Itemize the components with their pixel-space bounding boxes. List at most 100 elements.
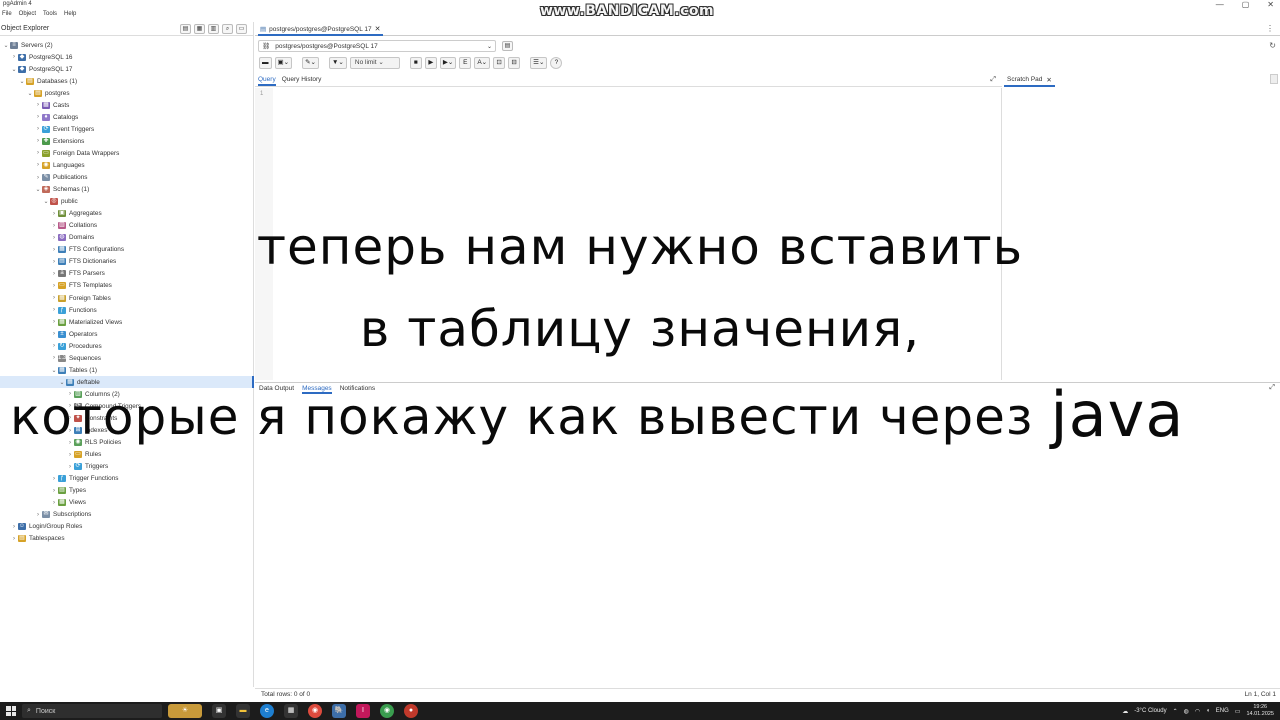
close-icon[interactable]: ✕ [1267, 0, 1274, 9]
intellij-icon[interactable]: I [356, 704, 370, 718]
explain-icon[interactable]: E [459, 57, 472, 69]
chevron-right-icon[interactable]: › [50, 488, 58, 494]
maximize-icon[interactable]: ▢ [1242, 0, 1250, 9]
view-data-icon[interactable]: ▦ [194, 24, 205, 34]
explorer-icon[interactable]: ▬ [236, 704, 250, 718]
tab-query-history[interactable]: Query History [282, 74, 322, 86]
save-file-icon[interactable]: ▣⌄ [274, 57, 293, 69]
new-connection-icon[interactable]: ▤ [502, 41, 513, 51]
tree-node[interactable]: ⌄ ▤ postgres [0, 87, 254, 99]
tree-node[interactable]: › ♦ Catalogs [0, 111, 254, 123]
tree-node[interactable]: › ⟳ Event Triggers [0, 123, 254, 135]
volume-icon[interactable]: ◖ [1206, 708, 1210, 714]
filter-icon[interactable]: ▼⌄ [329, 57, 347, 69]
tab-query[interactable]: Query [258, 74, 276, 86]
chevron-right-icon[interactable]: › [34, 150, 42, 156]
close-tab-icon[interactable]: ✕ [375, 25, 381, 33]
psql-tool-icon[interactable]: ▭ [236, 24, 247, 34]
tray-chevron-icon[interactable]: ⌃ [1173, 708, 1178, 715]
tree-node[interactable]: › ◆ PostgreSQL 16 [0, 51, 254, 63]
menu-object[interactable]: Object [19, 11, 36, 21]
tree-node[interactable]: › ✎ Publications [0, 172, 254, 184]
execute-icon[interactable]: ▶ [424, 57, 437, 69]
store-icon[interactable]: ▦ [284, 704, 298, 718]
tree-node[interactable]: › ⟳ Triggers [0, 461, 254, 473]
more-options-icon[interactable]: ⋮ [1266, 24, 1274, 33]
chevron-down-icon[interactable]: ⌄ [10, 66, 18, 73]
chevron-right-icon[interactable]: › [34, 175, 42, 181]
tree-node[interactable]: ⌄ ▦ Tables (1) [0, 364, 254, 376]
chevron-right-icon[interactable]: › [34, 114, 42, 120]
tree-node[interactable]: ⌄ ▤ Databases (1) [0, 75, 254, 87]
tree-node[interactable]: ⌄ ◎ public [0, 196, 254, 208]
chevron-right-icon[interactable]: › [34, 102, 42, 108]
chevron-right-icon[interactable]: › [50, 500, 58, 506]
tree-node[interactable]: › ▦ Casts [0, 99, 254, 111]
tree-node[interactable]: › ▤ Tablespaces [0, 533, 254, 545]
scrollbar[interactable] [1270, 74, 1278, 84]
chevron-right-icon[interactable]: › [34, 162, 42, 168]
chevron-down-icon[interactable]: ⌄ [26, 90, 34, 97]
chevron-right-icon[interactable]: › [34, 126, 42, 132]
chevron-right-icon[interactable]: › [10, 54, 18, 60]
tree-node[interactable]: › ◉ Languages [0, 159, 254, 171]
tab-query-tool[interactable]: ▤ postgres/postgres@PostgreSQL 17 ✕ [258, 24, 383, 36]
chevron-right-icon[interactable]: › [34, 138, 42, 144]
tree-node[interactable]: › ▦ Views [0, 497, 254, 509]
stop-icon[interactable]: ■ [409, 57, 422, 69]
taskbar-search[interactable]: ⌕ Поиск [22, 704, 162, 718]
explain-analyze-icon[interactable]: A⌄ [474, 57, 491, 69]
tree-node[interactable]: › ▭ Foreign Data Wrappers [0, 147, 254, 159]
chevron-right-icon[interactable]: › [10, 524, 18, 530]
chevron-right-icon[interactable]: › [66, 452, 74, 458]
search-objects-icon[interactable]: ⌕ [222, 24, 233, 34]
expand-icon[interactable]: ⤢ [990, 76, 996, 84]
chevron-right-icon[interactable]: › [50, 476, 58, 482]
tree-node[interactable]: ⌄ ◈ Schemas (1) [0, 184, 254, 196]
chevron-down-icon[interactable]: ⌄ [42, 198, 50, 205]
menu-tools[interactable]: Tools [43, 11, 57, 21]
weather-text[interactable]: -3°C Cloudy [1134, 708, 1166, 714]
chevron-right-icon[interactable]: › [50, 283, 58, 289]
edit-icon[interactable]: ✎⌄ [302, 57, 319, 69]
menu-help[interactable]: Help [64, 11, 76, 21]
chevron-right-icon[interactable]: › [34, 512, 42, 518]
chevron-right-icon[interactable]: › [50, 211, 58, 217]
tree-node[interactable]: › ✚ Extensions [0, 135, 254, 147]
filtered-rows-icon[interactable]: ▥ [208, 24, 219, 34]
execute-options-icon[interactable]: ▶⌄ [439, 57, 457, 69]
chrome-icon[interactable]: ◉ [308, 704, 322, 718]
chevron-right-icon[interactable]: › [10, 536, 18, 542]
rollback-icon[interactable]: ⊟ [508, 57, 521, 69]
language-indicator[interactable]: ENG [1216, 708, 1229, 714]
chevron-down-icon[interactable]: ⌄ [50, 367, 58, 374]
widgets-icon[interactable]: ☀ [168, 704, 202, 718]
query-tool-icon[interactable]: ▤ [180, 24, 191, 34]
pgadmin-icon[interactable]: 🐘 [332, 704, 346, 718]
chevron-down-icon[interactable]: ⌄ [34, 186, 42, 193]
tab-scratch-pad[interactable]: Scratch Pad ✕ [1004, 74, 1055, 87]
refresh-icon[interactable]: ↻ [1269, 41, 1276, 50]
tree-node[interactable]: › ▭ Rules [0, 449, 254, 461]
chevron-down-icon[interactable]: ⌄ [18, 78, 26, 85]
close-scratch-pad-icon[interactable]: ✕ [1046, 76, 1051, 84]
tree-node[interactable]: › ƒ Trigger Functions [0, 473, 254, 485]
macros-icon[interactable]: ☰⌄ [530, 57, 548, 69]
help-icon[interactable]: ? [550, 57, 563, 69]
chevron-down-icon[interactable]: ⌄ [2, 42, 10, 49]
tree-node[interactable]: ⌄ ◆ PostgreSQL 17 [0, 63, 254, 75]
chrome-2-icon[interactable]: ◉ [380, 704, 394, 718]
tree-node[interactable]: › ▭ FTS Templates [0, 280, 254, 292]
tree-node[interactable]: › ✉ Subscriptions [0, 509, 254, 521]
tree-node[interactable]: › ▤ Types [0, 485, 254, 497]
clock[interactable]: 19:26 14.01.2025 [1246, 704, 1274, 718]
edge-icon[interactable]: e [260, 704, 274, 718]
minimize-icon[interactable]: — [1216, 0, 1224, 9]
open-file-icon[interactable]: ▬ [259, 57, 272, 69]
row-limit-select[interactable]: No limit ⌄ [349, 57, 400, 69]
bandicam-icon[interactable]: ● [404, 704, 418, 718]
commit-icon[interactable]: ⊡ [493, 57, 506, 69]
connection-select[interactable]: ⛓ postgres/postgres@PostgreSQL 17 ⌄ [258, 40, 496, 52]
chevron-right-icon[interactable]: › [66, 464, 74, 470]
tree-node[interactable]: › ☺ Login/Group Roles [0, 521, 254, 533]
